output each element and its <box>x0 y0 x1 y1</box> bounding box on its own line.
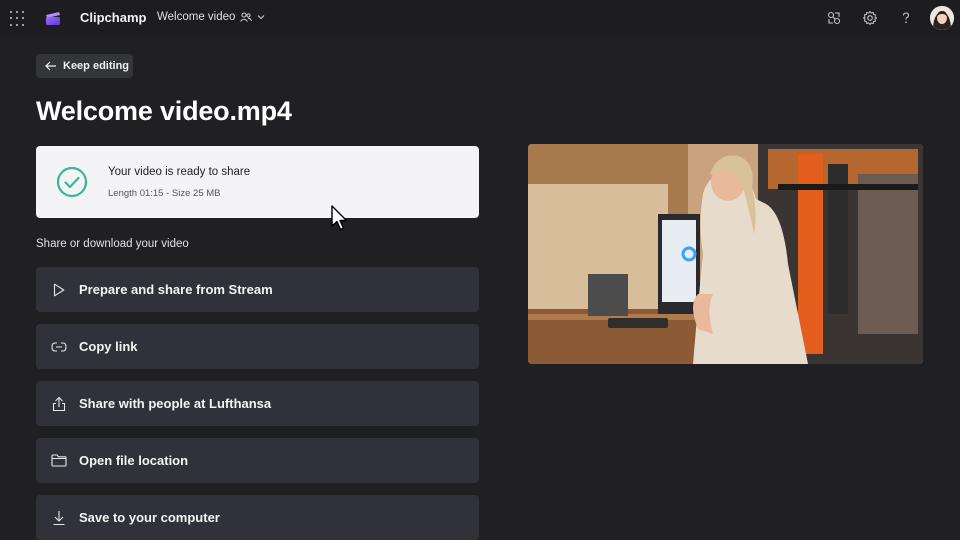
open-file-location-button[interactable]: Open file location <box>36 438 479 483</box>
checkmark-circle-icon <box>56 166 88 198</box>
avatar[interactable] <box>930 6 954 30</box>
keep-editing-label: Keep editing <box>63 60 130 72</box>
user-photo-icon <box>930 6 954 30</box>
document-title-text: Welcome video <box>157 11 236 23</box>
section-label: Share or download your video <box>36 238 189 250</box>
help-icon[interactable] <box>898 10 914 26</box>
mouse-cursor-icon <box>331 205 348 231</box>
action-label: Share with people at Lufthansa <box>79 396 272 411</box>
prepare-share-stream-button[interactable]: Prepare and share from Stream <box>36 267 479 312</box>
status-details: Length 01:15 - Size 25 MB <box>108 188 221 199</box>
folder-icon <box>51 453 67 469</box>
clipchamp-logo-icon <box>46 12 60 25</box>
gear-icon[interactable] <box>862 10 878 26</box>
action-label: Copy link <box>79 339 138 354</box>
keep-editing-button[interactable]: Keep editing <box>36 54 133 78</box>
share-icon <box>51 396 67 412</box>
save-to-computer-button[interactable]: Save to your computer <box>36 495 479 540</box>
video-preview[interactable] <box>528 144 923 364</box>
share-network-icon[interactable] <box>826 10 842 26</box>
download-icon <box>51 510 67 526</box>
app-launcher-icon[interactable] <box>10 11 26 27</box>
action-label: Open file location <box>79 453 189 468</box>
page-title: Welcome video.mp4 <box>36 96 292 126</box>
share-people-button[interactable]: Share with people at Lufthansa <box>36 381 479 426</box>
status-title: Your video is ready to share <box>108 166 251 178</box>
arrow-left-icon <box>45 61 56 71</box>
people-icon <box>240 12 253 22</box>
link-icon <box>51 339 67 355</box>
chevron-down-icon <box>258 15 265 20</box>
top-bar: Clipchamp Welcome video <box>0 0 960 36</box>
action-label: Save to your computer <box>79 510 220 525</box>
document-title[interactable]: Welcome video <box>157 11 265 23</box>
video-thumbnail-image <box>528 144 923 364</box>
copy-link-button[interactable]: Copy link <box>36 324 479 369</box>
export-status-card: Your video is ready to share Length 01:1… <box>36 146 479 218</box>
action-label: Prepare and share from Stream <box>79 282 273 297</box>
play-icon <box>51 282 67 298</box>
app-name[interactable]: Clipchamp <box>80 10 146 25</box>
